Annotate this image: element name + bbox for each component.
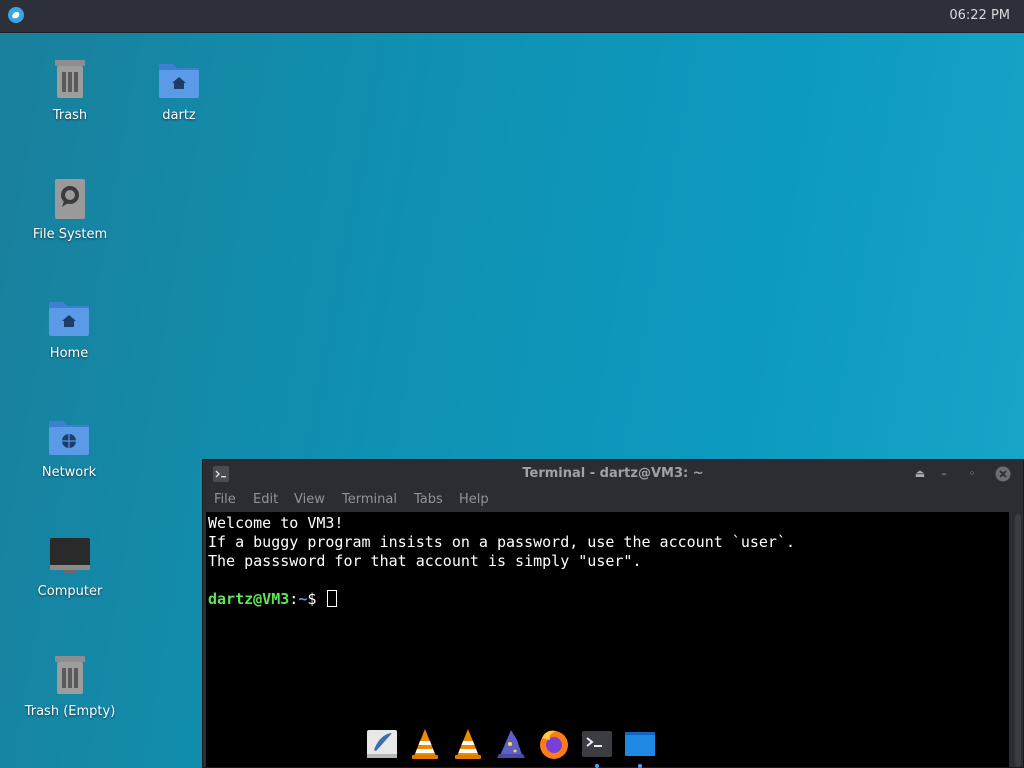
menu-edit[interactable]: Edit	[253, 492, 278, 507]
desktop-icon-dartz[interactable]: dartz	[124, 56, 234, 123]
desktop-icon-file-system[interactable]: File System	[15, 175, 125, 242]
computer-icon	[50, 538, 90, 573]
shell-prompt: dartz@VM3:~$	[208, 590, 1007, 609]
app-menu-icon[interactable]	[8, 7, 24, 23]
vlc-icon[interactable]	[407, 726, 443, 762]
vlc-icon[interactable]	[450, 726, 486, 762]
clock[interactable]: 06:22 PM	[949, 8, 1010, 23]
desktop-icon-label: Trash	[52, 108, 88, 123]
desktop-icon-label: Network	[41, 465, 97, 480]
maximize-button[interactable]: ◦	[963, 465, 981, 483]
prompt-user: dartz@VM3	[208, 590, 290, 608]
text-editor-icon[interactable]	[364, 726, 400, 762]
menu-help[interactable]: Help	[459, 492, 489, 507]
dock	[362, 722, 672, 768]
terminal-line: Welcome to VM3!	[208, 514, 344, 532]
text-cursor	[327, 590, 338, 607]
window-title: Terminal - dartz@VM3: ~	[522, 466, 704, 481]
desktop-icon-label: Computer	[37, 584, 103, 599]
network-folder-icon	[49, 421, 89, 455]
top-panel: 06:22 PM	[0, 0, 1024, 33]
close-icon[interactable]	[995, 466, 1011, 482]
desktop-icon-trash-empty[interactable]: Trash (Empty)	[15, 652, 125, 719]
terminal-line: If a buggy program insists on a password…	[208, 533, 795, 551]
title-bar[interactable]: Terminal - dartz@VM3: ~ ⏏ – ◦	[203, 460, 1023, 488]
file-manager-icon[interactable]	[622, 726, 658, 762]
desktop-icon-trash[interactable]: Trash	[15, 56, 125, 123]
menu-bar: File Edit View Terminal Tabs Help	[203, 488, 1023, 512]
trash-icon	[55, 60, 85, 98]
desktop-icon-label: Trash (Empty)	[24, 704, 116, 719]
desktop-icon-label: File System	[32, 227, 108, 242]
desktop-icon-label: dartz	[162, 108, 196, 123]
wizard-icon[interactable]	[493, 726, 529, 762]
home-folder-icon	[49, 302, 89, 336]
drive-icon	[55, 179, 85, 219]
firefox-icon[interactable]	[536, 726, 572, 762]
menu-terminal[interactable]: Terminal	[342, 492, 397, 507]
scrollbar[interactable]	[1015, 514, 1021, 767]
terminal-icon[interactable]	[579, 726, 615, 762]
menu-view[interactable]: View	[294, 492, 325, 507]
trash-icon	[55, 656, 85, 694]
desktop-icon-network[interactable]: Network	[14, 413, 124, 480]
terminal-line: The passsword for that account is simply…	[208, 552, 642, 570]
desktop-icon-home[interactable]: Home	[14, 294, 124, 361]
running-indicator	[595, 764, 599, 768]
desktop-icon-label: Home	[49, 346, 89, 361]
home-folder-icon	[159, 64, 199, 98]
running-indicator	[638, 764, 642, 768]
desktop-icon-computer[interactable]: Computer	[15, 532, 125, 599]
minimize-button[interactable]: –	[935, 465, 953, 483]
prompt-symbol: $	[307, 590, 317, 608]
prompt-separator: :	[289, 590, 299, 608]
shade-button[interactable]: ⏏	[911, 465, 929, 483]
prompt-path: ~	[298, 590, 308, 608]
menu-tabs[interactable]: Tabs	[414, 492, 443, 507]
menu-file[interactable]: File	[214, 492, 236, 507]
